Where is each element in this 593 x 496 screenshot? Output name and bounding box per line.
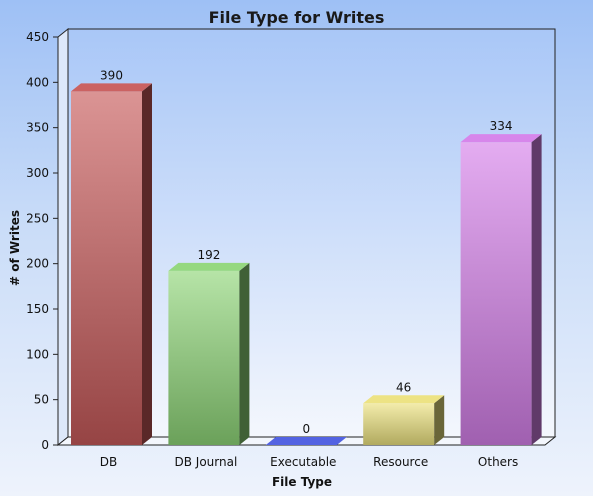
y-tick-label: 0 xyxy=(41,438,49,452)
bar-front xyxy=(71,91,142,446)
y-tick-label: 150 xyxy=(26,302,49,316)
x-tick-label: DB xyxy=(100,455,117,469)
bar-front xyxy=(363,403,435,445)
y-tick-label: 50 xyxy=(34,393,49,407)
x-tick-label: DB Journal xyxy=(175,455,238,469)
x-tick-label: Executable xyxy=(270,455,336,469)
x-axis: DB DB Journal Executable Resource Others xyxy=(100,455,519,469)
bar-value-label: 192 xyxy=(197,248,220,262)
plot-side-wall xyxy=(57,27,69,447)
x-tick-label: Resource xyxy=(373,455,428,469)
y-tick-label: 400 xyxy=(26,75,49,89)
bar-front xyxy=(460,142,532,445)
y-tick-label: 300 xyxy=(26,166,49,180)
bar-value-label: 46 xyxy=(396,380,411,394)
y-axis-title: # of Writes xyxy=(8,210,22,286)
bar-db-journal: 192 xyxy=(168,248,250,445)
y-tick-label: 100 xyxy=(26,347,49,361)
bar-value-label: 334 xyxy=(490,119,513,133)
y-axis: 0 50 100 150 200 250 300 350 400 450 xyxy=(26,30,59,452)
bar-side xyxy=(531,134,542,445)
bar-side xyxy=(434,395,445,445)
bar-db: 390 xyxy=(71,68,152,446)
x-tick-label: Others xyxy=(478,455,518,469)
y-tick-label: 350 xyxy=(26,121,49,135)
bar-top xyxy=(363,395,445,404)
x-axis-title: File Type xyxy=(272,475,332,489)
bar-top xyxy=(71,83,152,92)
y-tick-label: 250 xyxy=(26,211,49,225)
bar-top xyxy=(168,262,250,271)
bar-top xyxy=(265,437,347,445)
bar-value-label: 390 xyxy=(100,68,123,82)
bar-side xyxy=(142,83,152,446)
bar-value-label: 0 xyxy=(302,422,310,436)
bar-others: 334 xyxy=(460,119,542,445)
y-tick-label: 200 xyxy=(26,257,49,271)
bar-side xyxy=(239,262,250,445)
y-tick-label: 450 xyxy=(26,30,49,44)
bar-top xyxy=(460,134,542,143)
bar-front xyxy=(168,270,240,445)
bar-chart: 0 50 100 150 200 250 300 350 400 450 390 192 0 46 334… xyxy=(8,27,557,489)
